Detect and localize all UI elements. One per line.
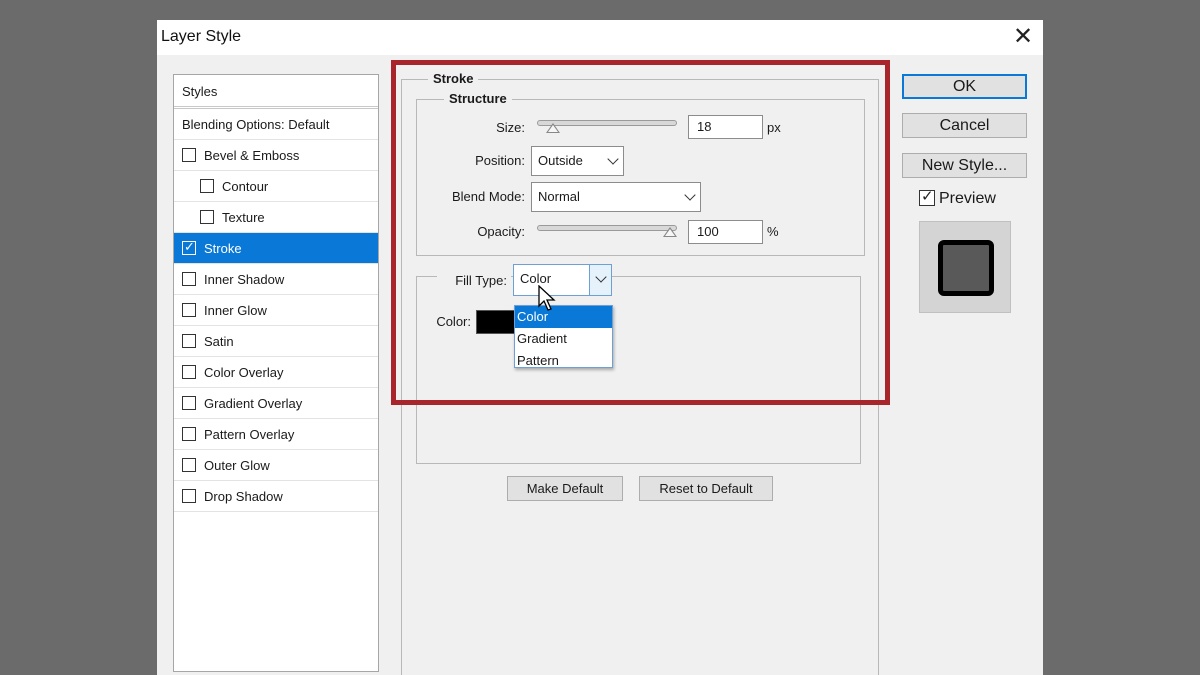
preview-square — [938, 240, 994, 296]
style-item-texture[interactable]: Texture — [174, 202, 378, 233]
style-item-stroke[interactable]: ✓ Stroke — [174, 233, 378, 264]
checkbox[interactable] — [182, 396, 196, 410]
style-item-label: Inner Shadow — [204, 272, 285, 287]
checkbox[interactable] — [182, 334, 196, 348]
preview-checkbox[interactable]: ✓ Preview — [919, 189, 996, 208]
style-item-label: Gradient Overlay — [204, 396, 303, 411]
style-item-gradient-overlay[interactable]: Gradient Overlay — [174, 388, 378, 419]
preview-thumbnail — [919, 221, 1011, 313]
style-item-label: Outer Glow — [204, 458, 270, 473]
layer-style-dialog: Layer Style ✕ Styles Blending Options: D… — [157, 20, 1043, 675]
style-item-label: Color Overlay — [204, 365, 284, 380]
checkbox[interactable]: ✓ — [182, 239, 196, 255]
ok-button[interactable]: OK — [902, 74, 1027, 99]
cancel-button[interactable]: Cancel — [902, 113, 1027, 138]
checkbox[interactable] — [182, 303, 196, 317]
style-item-label: Bevel & Emboss — [204, 148, 300, 163]
preview-label: Preview — [939, 190, 996, 207]
style-item-label: Stroke — [204, 241, 242, 256]
style-item-drop-shadow[interactable]: Drop Shadow — [174, 481, 378, 512]
highlight-annotation-box — [391, 60, 890, 405]
style-item-label: Drop Shadow — [204, 489, 283, 504]
checkbox[interactable] — [182, 458, 196, 472]
style-item-label: Satin — [204, 334, 234, 349]
style-item-contour[interactable]: Contour — [174, 171, 378, 202]
style-item-label: Inner Glow — [204, 303, 267, 318]
style-item-label: Pattern Overlay — [204, 427, 295, 442]
style-item-label: Texture — [222, 210, 265, 225]
style-item-inner-shadow[interactable]: Inner Shadow — [174, 264, 378, 295]
style-item-bevel-emboss[interactable]: Bevel & Emboss — [174, 140, 378, 171]
checkmark-icon: ✓ — [184, 239, 195, 254]
checkbox[interactable] — [182, 148, 196, 162]
preview-checkbox-box[interactable]: ✓ — [919, 189, 935, 206]
title-bar: Layer Style ✕ — [157, 20, 1043, 55]
dialog-title: Layer Style — [161, 28, 242, 45]
make-default-button[interactable]: Make Default — [507, 476, 623, 501]
checkbox[interactable] — [182, 272, 196, 286]
styles-header[interactable]: Styles — [174, 75, 378, 109]
style-item-pattern-overlay[interactable]: Pattern Overlay — [174, 419, 378, 450]
style-item-outer-glow[interactable]: Outer Glow — [174, 450, 378, 481]
checkbox[interactable] — [200, 179, 214, 193]
checkbox[interactable] — [200, 210, 214, 224]
style-item-label: Contour — [222, 179, 269, 194]
checkbox[interactable] — [182, 427, 196, 441]
style-item-inner-glow[interactable]: Inner Glow — [174, 295, 378, 326]
styles-panel: Styles Blending Options: Default Bevel &… — [173, 74, 379, 672]
reset-to-default-button[interactable]: Reset to Default — [639, 476, 773, 501]
blending-options-item[interactable]: Blending Options: Default — [174, 109, 378, 140]
close-icon[interactable]: ✕ — [1009, 23, 1037, 51]
checkbox[interactable] — [182, 489, 196, 503]
style-item-satin[interactable]: Satin — [174, 326, 378, 357]
new-style-button[interactable]: New Style... — [902, 153, 1027, 178]
checkbox[interactable] — [182, 365, 196, 379]
style-item-color-overlay[interactable]: Color Overlay — [174, 357, 378, 388]
